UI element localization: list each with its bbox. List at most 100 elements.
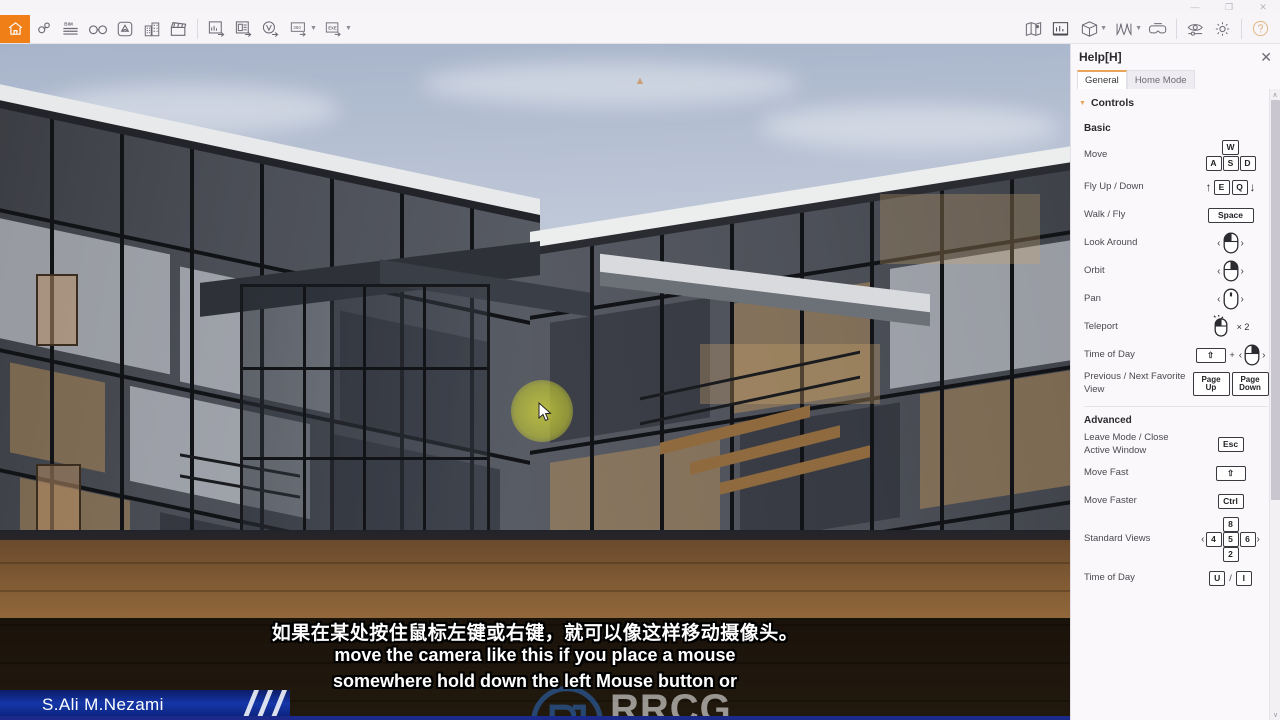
key-page-up-line2: Up (1205, 382, 1217, 392)
question-circle-icon (1251, 19, 1270, 38)
motion-bracket-left: ‹ (1238, 349, 1243, 361)
toolbar-left-group: BIM 360 ▼ EXE ▼ (0, 14, 354, 44)
glass-panel (550, 297, 710, 443)
chevron-down-icon[interactable]: ▼ (1100, 25, 1107, 32)
control-label: Leave Mode / Close Active Window (1084, 432, 1169, 456)
asset-library-button[interactable] (111, 15, 138, 43)
collapse-toolbar-chevron[interactable]: ▲ (625, 74, 655, 87)
tab-general[interactable]: General (1077, 70, 1127, 89)
render-viewport[interactable]: RRCG 人人素材 如果在某处按住鼠标左键或右键，就可以像这样移动摄像头。 mo… (0, 44, 1070, 720)
control-row-move-fast: Move Fast ⇧ (1071, 459, 1280, 487)
help-button[interactable] (1247, 15, 1274, 43)
key-i: I (1235, 570, 1252, 586)
control-label: Move Fast (1084, 466, 1129, 478)
control-keys: ⇧ + ‹ › (1188, 344, 1273, 366)
rrcg-logo-icon (531, 686, 603, 720)
control-label: Move Faster (1084, 494, 1137, 506)
help-panel-header: Help[H] ✕ (1071, 44, 1280, 70)
arrow-up-icon: ↑ (1205, 180, 1212, 194)
help-panel-scrollbar[interactable]: ∧ ∨ (1269, 89, 1280, 720)
project-info-icon (1051, 20, 1070, 38)
control-keys: W A S D (1188, 140, 1273, 171)
scrollbar-thumb[interactable] (1271, 100, 1280, 500)
control-label: Orbit (1084, 264, 1105, 276)
tab-home-mode[interactable]: Home Mode (1126, 70, 1195, 89)
key-numpad-5: 5 (1222, 532, 1239, 548)
control-keys: Esc (1188, 437, 1273, 453)
mouse-left-button-icon (1223, 232, 1238, 254)
control-label: Fly Up / Down (1084, 180, 1144, 192)
help-panel-body: ▼ Controls Basic Move W A S D Fly Up / D… (1071, 89, 1280, 720)
visual-settings-button[interactable] (1182, 15, 1209, 43)
export-batch-icon (234, 20, 253, 38)
door (36, 274, 78, 346)
control-row-walk-fly: Walk / Fly Space (1071, 201, 1280, 229)
home-icon (7, 20, 24, 37)
chevron-down-icon[interactable]: ▼ (310, 25, 317, 32)
control-row-fly: Fly Up / Down ↑ E Q ↓ (1071, 173, 1280, 201)
cloud (420, 62, 800, 106)
control-row-time-of-day-keys: Time of Day U / I (1071, 564, 1280, 592)
key-q: Q (1231, 179, 1248, 195)
control-row-pan: Pan ‹ › (1071, 285, 1280, 313)
motion-bracket-left: ‹ (1217, 293, 1221, 305)
bim-button[interactable]: BIM (57, 15, 84, 43)
maximize-button[interactable]: ❐ (1212, 0, 1246, 14)
control-row-favorite-view: Previous / Next Favorite View Page Up Pa… (1071, 369, 1280, 398)
video-editor-button[interactable] (165, 15, 192, 43)
key-e: E (1213, 179, 1230, 195)
minimize-button[interactable]: — (1178, 0, 1212, 14)
motion-bracket-right: › (1240, 265, 1244, 277)
project-map-button[interactable] (1020, 15, 1047, 43)
control-label: Previous / Next Favorite View (1084, 371, 1186, 395)
control-keys: Space (1188, 207, 1273, 223)
scroll-up-icon[interactable]: ∧ (1270, 89, 1280, 100)
bim-icon: BIM (61, 19, 80, 38)
toolbar-right-group: ▼ ▼ (1020, 14, 1280, 44)
key-numpad-8: 8 (1222, 517, 1239, 533)
scroll-down-icon[interactable]: ∨ (1270, 709, 1280, 720)
key-page-down: Page Down (1231, 371, 1269, 396)
mouse-right-button-icon (1223, 260, 1238, 282)
building-icon (143, 20, 161, 38)
buildings-button[interactable] (138, 15, 165, 43)
export-batch-button[interactable] (230, 15, 257, 43)
key-w: W (1222, 140, 1239, 155)
arrow-down-icon: ↓ (1249, 180, 1256, 194)
toolbar-separator (1241, 18, 1242, 39)
control-label: Walk / Fly (1084, 208, 1126, 220)
key-s: S (1222, 156, 1239, 171)
control-row-orbit: Orbit ‹ › (1071, 257, 1280, 285)
control-keys: Page Up Page Down (1188, 371, 1273, 396)
project-info-button[interactable] (1047, 15, 1074, 43)
general-settings-button[interactable] (1209, 15, 1236, 43)
synchronize-button[interactable] (84, 15, 111, 43)
close-button[interactable]: ✕ (1246, 0, 1280, 14)
svg-text:BIM: BIM (64, 21, 73, 27)
motion-bracket-left: ‹ (1217, 237, 1221, 249)
toolbar-separator (197, 18, 198, 39)
key-u: U (1209, 570, 1226, 586)
controls-section-header[interactable]: ▼ Controls (1071, 89, 1280, 115)
vr-button[interactable] (1144, 15, 1171, 43)
control-label: Look Around (1084, 236, 1138, 248)
chevron-down-icon[interactable]: ▼ (345, 25, 352, 32)
key-d: D (1239, 156, 1256, 171)
plus-symbol: + (1229, 350, 1235, 360)
cube-icon (1080, 20, 1099, 38)
key-shift: ⇧ (1215, 465, 1246, 481)
cloud (760, 104, 1060, 150)
control-row-look-around: Look Around ‹ › (1071, 229, 1280, 257)
export-image-button[interactable] (203, 15, 230, 43)
help-close-icon[interactable]: ✕ (1260, 50, 1272, 64)
export-video-button[interactable] (257, 15, 284, 43)
rrcg-watermark: RRCG 人人素材 (530, 680, 1000, 720)
advanced-subsection-label: Advanced (1084, 415, 1132, 427)
svg-text:360: 360 (293, 25, 301, 30)
home-button[interactable] (0, 14, 30, 43)
location-button[interactable] (30, 15, 57, 43)
chevron-down-icon[interactable]: ▼ (1135, 25, 1142, 32)
control-label: Pan (1084, 292, 1101, 304)
controls-section-label: Controls (1090, 97, 1135, 109)
export-360-icon: 360 (289, 20, 309, 38)
